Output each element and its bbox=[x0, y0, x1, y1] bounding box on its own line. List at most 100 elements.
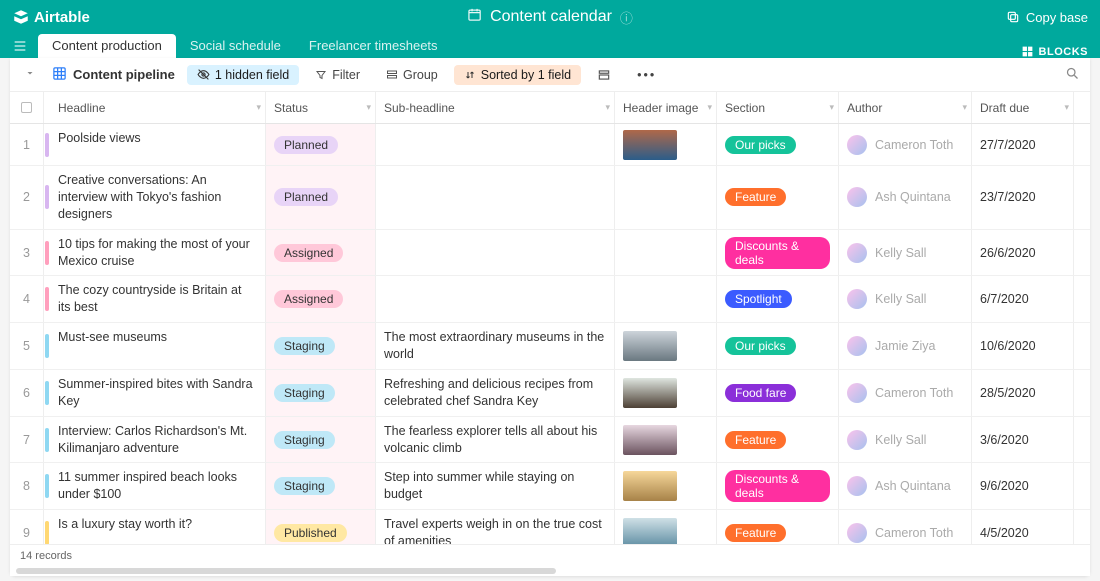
cell-header-image[interactable] bbox=[615, 417, 717, 463]
cell-section[interactable]: Food fare bbox=[717, 370, 839, 416]
table-row[interactable]: 1Poolside viewsPlannedOur picksCameron T… bbox=[10, 124, 1090, 166]
cell-header-image[interactable] bbox=[615, 323, 717, 369]
cell-status[interactable]: Staging bbox=[266, 463, 376, 509]
tab-social-schedule[interactable]: Social schedule bbox=[176, 34, 295, 58]
cell-subheadline[interactable] bbox=[376, 276, 615, 322]
author-name: Cameron Toth bbox=[875, 526, 953, 540]
cell-section[interactable]: Discounts & deals bbox=[717, 230, 839, 276]
column-header-draftdue[interactable]: Draft due▾ bbox=[972, 92, 1074, 123]
cell-subheadline[interactable]: Step into summer while staying on budget bbox=[376, 463, 615, 509]
cell-headline[interactable]: Must-see museums bbox=[50, 323, 266, 369]
column-header-status[interactable]: Status▾ bbox=[266, 92, 376, 123]
views-sidebar-toggle[interactable] bbox=[20, 65, 40, 84]
cell-draft-due[interactable]: 28/5/2020 bbox=[972, 370, 1074, 416]
column-header-subheadline[interactable]: Sub-headline▾ bbox=[376, 92, 615, 123]
table-row[interactable]: 811 summer inspired beach looks under $1… bbox=[10, 463, 1090, 510]
cell-subheadline[interactable] bbox=[376, 166, 615, 229]
column-header-headline[interactable]: Headline▾ bbox=[50, 92, 266, 123]
cell-section[interactable]: Feature bbox=[717, 510, 839, 544]
cell-subheadline[interactable]: The most extraordinary museums in the wo… bbox=[376, 323, 615, 369]
cell-header-image[interactable] bbox=[615, 510, 717, 544]
column-header-author[interactable]: Author▾ bbox=[839, 92, 972, 123]
more-options-button[interactable]: ••• bbox=[627, 65, 666, 85]
cell-draft-due[interactable]: 9/6/2020 bbox=[972, 463, 1074, 509]
cell-headline[interactable]: Is a luxury stay worth it? bbox=[50, 510, 266, 544]
cell-draft-due[interactable]: 10/6/2020 bbox=[972, 323, 1074, 369]
cell-status[interactable]: Staging bbox=[266, 323, 376, 369]
blocks-button[interactable]: BLOCKS bbox=[1021, 45, 1088, 58]
cell-draft-due[interactable]: 27/7/2020 bbox=[972, 124, 1074, 165]
hidden-fields-button[interactable]: 1 hidden field bbox=[187, 65, 299, 85]
cell-author[interactable]: Jamie Ziya bbox=[839, 323, 972, 369]
cell-status[interactable]: Planned bbox=[266, 166, 376, 229]
view-switcher[interactable]: Content pipeline bbox=[46, 62, 181, 88]
cell-header-image[interactable] bbox=[615, 370, 717, 416]
tab-freelancer-timesheets[interactable]: Freelancer timesheets bbox=[295, 34, 452, 58]
cell-author[interactable]: Cameron Toth bbox=[839, 370, 972, 416]
cell-subheadline[interactable]: Travel experts weigh in on the true cost… bbox=[376, 510, 615, 544]
cell-status[interactable]: Published bbox=[266, 510, 376, 544]
info-icon[interactable]: ⓘ bbox=[620, 8, 633, 27]
cell-status[interactable]: Staging bbox=[266, 417, 376, 463]
cell-headline[interactable]: 11 summer inspired beach looks under $10… bbox=[50, 463, 266, 509]
cell-header-image[interactable] bbox=[615, 276, 717, 322]
group-button[interactable]: Group bbox=[376, 65, 448, 85]
cell-subheadline[interactable] bbox=[376, 124, 615, 165]
cell-headline[interactable]: 10 tips for making the most of your Mexi… bbox=[50, 230, 266, 276]
tab-content-production[interactable]: Content production bbox=[38, 34, 176, 58]
cell-draft-due[interactable]: 3/6/2020 bbox=[972, 417, 1074, 463]
cell-author[interactable]: Ash Quintana bbox=[839, 166, 972, 229]
search-icon[interactable] bbox=[1065, 66, 1080, 84]
cell-subheadline[interactable]: Refreshing and delicious recipes from ce… bbox=[376, 370, 615, 416]
cell-draft-due[interactable]: 4/5/2020 bbox=[972, 510, 1074, 544]
row-height-button[interactable] bbox=[587, 65, 621, 85]
cell-headline[interactable]: Interview: Carlos Richardson's Mt. Kilim… bbox=[50, 417, 266, 463]
cell-status[interactable]: Planned bbox=[266, 124, 376, 165]
table-row[interactable]: 6Summer-inspired bites with Sandra KeySt… bbox=[10, 370, 1090, 417]
table-row[interactable]: 4The cozy countryside is Britain at its … bbox=[10, 276, 1090, 323]
cell-headline[interactable]: Creative conversations: An interview wit… bbox=[50, 166, 266, 229]
cell-subheadline[interactable] bbox=[376, 230, 615, 276]
cell-status[interactable]: Assigned bbox=[266, 230, 376, 276]
cell-author[interactable]: Kelly Sall bbox=[839, 417, 972, 463]
cell-section[interactable]: Discounts & deals bbox=[717, 463, 839, 509]
column-header-image[interactable]: Header image▾ bbox=[615, 92, 717, 123]
cell-status[interactable]: Staging bbox=[266, 370, 376, 416]
cell-section[interactable]: Feature bbox=[717, 166, 839, 229]
cell-header-image[interactable] bbox=[615, 166, 717, 229]
app-logo[interactable]: Airtable bbox=[12, 8, 90, 26]
cell-header-image[interactable] bbox=[615, 230, 717, 276]
column-header-section[interactable]: Section▾ bbox=[717, 92, 839, 123]
cell-header-image[interactable] bbox=[615, 463, 717, 509]
cell-draft-due[interactable]: 26/6/2020 bbox=[972, 230, 1074, 276]
cell-section[interactable]: Feature bbox=[717, 417, 839, 463]
cell-author[interactable]: Kelly Sall bbox=[839, 276, 972, 322]
filter-button[interactable]: Filter bbox=[305, 65, 370, 85]
cell-section[interactable]: Spotlight bbox=[717, 276, 839, 322]
select-all-checkbox[interactable] bbox=[10, 92, 44, 123]
cell-status[interactable]: Assigned bbox=[266, 276, 376, 322]
cell-subheadline[interactable]: The fearless explorer tells all about hi… bbox=[376, 417, 615, 463]
cell-author[interactable]: Cameron Toth bbox=[839, 124, 972, 165]
cell-headline[interactable]: Summer-inspired bites with Sandra Key bbox=[50, 370, 266, 416]
cell-section[interactable]: Our picks bbox=[717, 124, 839, 165]
cell-author[interactable]: Kelly Sall bbox=[839, 230, 972, 276]
cell-draft-due[interactable]: 23/7/2020 bbox=[972, 166, 1074, 229]
copy-base-button[interactable]: Copy base bbox=[1006, 10, 1088, 25]
table-row[interactable]: 310 tips for making the most of your Mex… bbox=[10, 230, 1090, 277]
table-row[interactable]: 7Interview: Carlos Richardson's Mt. Kili… bbox=[10, 417, 1090, 464]
table-row[interactable]: 2Creative conversations: An interview wi… bbox=[10, 166, 1090, 230]
menu-icon[interactable] bbox=[12, 34, 28, 58]
cell-author[interactable]: Cameron Toth bbox=[839, 510, 972, 544]
cell-author[interactable]: Ash Quintana bbox=[839, 463, 972, 509]
cell-headline[interactable]: The cozy countryside is Britain at its b… bbox=[50, 276, 266, 322]
base-title-area[interactable]: Content calendar ⓘ bbox=[467, 7, 633, 27]
cell-header-image[interactable] bbox=[615, 124, 717, 165]
table-row[interactable]: 9Is a luxury stay worth it?PublishedTrav… bbox=[10, 510, 1090, 544]
horizontal-scrollbar[interactable] bbox=[10, 566, 1090, 576]
sort-button[interactable]: Sorted by 1 field bbox=[454, 65, 581, 85]
cell-section[interactable]: Our picks bbox=[717, 323, 839, 369]
cell-draft-due[interactable]: 6/7/2020 bbox=[972, 276, 1074, 322]
cell-headline[interactable]: Poolside views bbox=[50, 124, 266, 165]
table-row[interactable]: 5Must-see museumsStagingThe most extraor… bbox=[10, 323, 1090, 370]
